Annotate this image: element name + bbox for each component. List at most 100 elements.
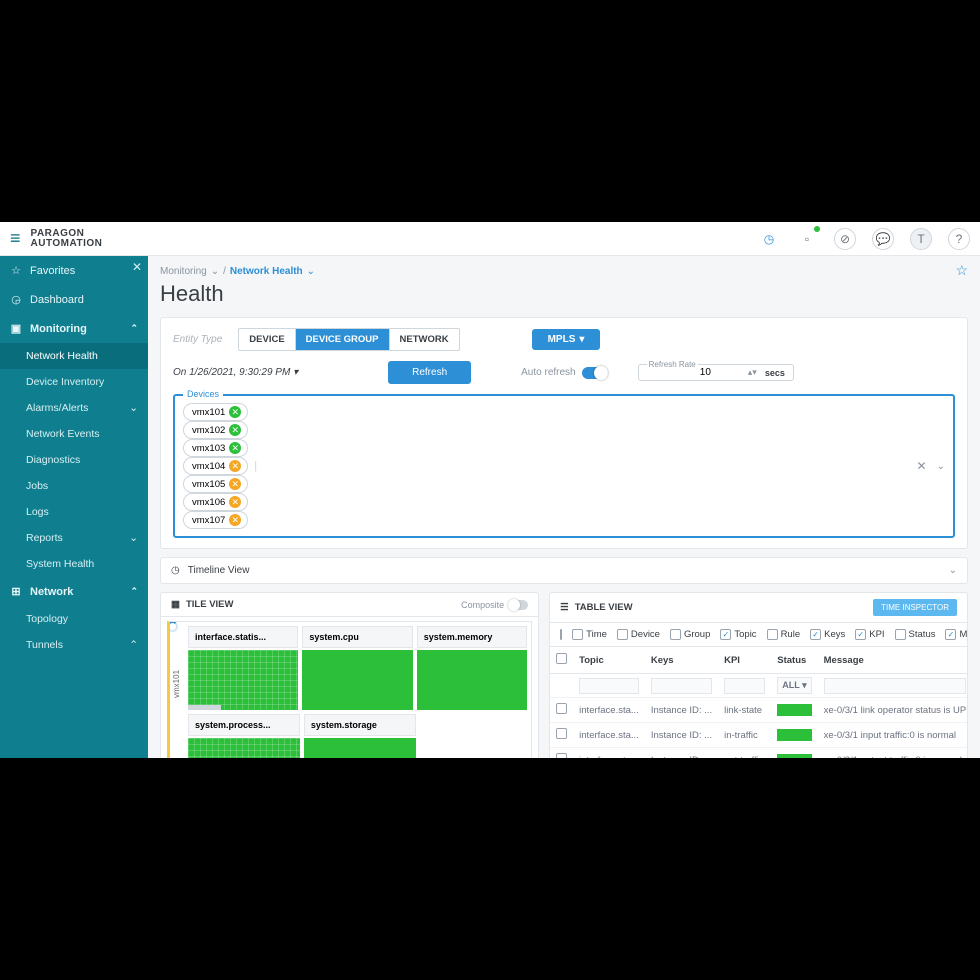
sidebar-item-device-inventory[interactable]: Device Inventory [0,369,148,395]
device-chip[interactable]: vmx102✕ [183,421,248,439]
chip-remove-icon[interactable]: ✕ [229,478,241,490]
chat-icon[interactable]: 💬 [872,228,894,250]
filter-message-input[interactable] [824,678,967,694]
row-checkbox[interactable] [556,703,567,714]
table-row[interactable]: interface.sta...Instance ID: ...link-sta… [550,698,967,723]
device-chip[interactable]: vmx105✕ [183,475,248,493]
sidebar-item-network-events[interactable]: Network Events [0,421,148,447]
sidebar-item-tunnels[interactable]: Tunnels⌃ [0,632,148,658]
sidebar-item-monitoring[interactable]: ▣Monitoring⌃ [0,314,148,343]
chip-remove-icon[interactable]: ✕ [229,460,241,472]
row-checkbox[interactable] [556,753,567,758]
filter-group[interactable]: Group [670,629,710,640]
help-icon[interactable]: ? [948,228,970,250]
chip-remove-icon[interactable]: ✕ [229,442,241,454]
chip-remove-icon[interactable]: ✕ [229,424,241,436]
filter-time[interactable]: Time [572,629,607,640]
device-chip[interactable]: vmx103✕ [183,439,248,457]
sidebar-item-logs[interactable]: Logs [0,499,148,525]
sidebar-item-dashboard[interactable]: ◶Dashboard [0,285,148,314]
sidebar-close-icon[interactable]: ✕ [132,260,142,274]
clock-icon[interactable]: ◷ [758,228,780,250]
filter-device[interactable]: Device [617,629,660,640]
checkbox[interactable] [855,629,866,640]
filter-kpi-input[interactable] [724,678,765,694]
block-icon[interactable]: ⊘ [834,228,856,250]
col-kpi[interactable]: KPI [718,647,771,674]
breadcrumb-parent[interactable]: Monitoring [160,266,207,277]
col-keys[interactable]: Keys [645,647,718,674]
filter-keys[interactable]: Keys [810,629,845,640]
col-topic[interactable]: Topic [573,647,645,674]
checkbox[interactable] [767,629,778,640]
timeline-view-toggle[interactable]: ◷ Timeline View ⌄ [160,557,968,584]
tile-heatmap[interactable] [304,738,416,758]
checkbox[interactable] [810,629,821,640]
timestamp-label[interactable]: On 1/26/2021, 9:30:29 PM ▾ [173,367,298,378]
checkbox[interactable] [895,629,906,640]
device-chip[interactable]: vmx107✕ [183,511,248,529]
tile-header[interactable]: system.cpu [302,626,412,648]
chip-remove-icon[interactable]: ✕ [229,514,241,526]
table-row[interactable]: interface.sta...Instance ID: ...out-traf… [550,748,967,759]
device-chip[interactable]: vmx106✕ [183,493,248,511]
checkbox[interactable] [945,629,956,640]
sidebar-item-favorites[interactable]: ☆Favorites [0,256,148,285]
filter-topic[interactable]: Topic [720,629,756,640]
select-all-checkbox[interactable] [556,653,567,664]
devices-field[interactable]: Devices vmx101✕vmx102✕vmx103✕vmx104✕vmx1… [173,394,955,538]
sidebar-item-alarms[interactable]: Alarms/Alerts⌄ [0,395,148,421]
tile-heatmap[interactable] [188,738,300,758]
devices-dropdown-icon[interactable]: ⌄ [937,461,945,472]
row-checkbox[interactable] [556,728,567,739]
segment-device-group[interactable]: DEVICE GROUP [296,329,390,350]
row-checkbox[interactable] [560,629,562,640]
mpls-dropdown[interactable]: MPLS▾ [532,329,601,350]
user-avatar[interactable]: T [910,228,932,250]
composite-toggle[interactable] [508,600,528,610]
checkbox[interactable] [670,629,681,640]
device-chip[interactable]: vmx101✕ [183,403,248,421]
checkbox[interactable] [617,629,628,640]
filter-kpi[interactable]: KPI [855,629,884,640]
notifications-icon[interactable]: ▫ [796,228,818,250]
col-message[interactable]: Message [818,647,967,674]
chip-remove-icon[interactable]: ✕ [229,406,241,418]
checkbox[interactable] [720,629,731,640]
segment-network[interactable]: NETWORK [390,329,459,350]
menu-icon[interactable]: ≡ [10,228,21,249]
filter-status-dropdown[interactable]: ALL ▾ [777,677,811,694]
sidebar-item-topology[interactable]: Topology [0,606,148,632]
tile-heatmap[interactable] [188,650,298,710]
sidebar-item-diagnostics[interactable]: Diagnostics [0,447,148,473]
filter-topic-input[interactable] [579,678,639,694]
auto-refresh-toggle[interactable] [582,367,608,379]
chip-remove-icon[interactable]: ✕ [229,496,241,508]
checkbox[interactable] [572,629,583,640]
tile-header[interactable]: system.storage [304,714,416,736]
breadcrumb-current[interactable]: Network Health [230,266,303,277]
refresh-rate-input[interactable] [700,367,740,378]
device-chip[interactable]: vmx104✕ [183,457,248,475]
tile-header[interactable]: interface.statis... [188,626,298,648]
time-inspector-button[interactable]: TIME INSPECTOR [873,599,957,616]
col-status[interactable]: Status [771,647,817,674]
filter-keys-input[interactable] [651,678,712,694]
sidebar-item-system-health[interactable]: System Health [0,551,148,577]
clear-devices-icon[interactable]: ✕ [913,459,931,473]
tile-header[interactable]: system.process... [188,714,300,736]
tile-header[interactable]: system.memory [417,626,527,648]
refresh-button[interactable]: Refresh [388,361,471,384]
sidebar-item-network-health[interactable]: Network Health [0,343,148,369]
sidebar-item-jobs[interactable]: Jobs [0,473,148,499]
sidebar-item-reports[interactable]: Reports⌄ [0,525,148,551]
filter-status[interactable]: Status [895,629,936,640]
tile-heatmap[interactable] [417,650,527,710]
filter-message[interactable]: Message [945,629,968,640]
table-row[interactable]: interface.sta...Instance ID: ...in-traff… [550,723,967,748]
tile-heatmap[interactable] [302,650,412,710]
sidebar-item-network[interactable]: ⊞Network⌃ [0,577,148,606]
segment-device[interactable]: DEVICE [239,329,295,350]
favorite-star-icon[interactable]: ☆ [955,262,968,279]
filter-rule[interactable]: Rule [767,629,801,640]
